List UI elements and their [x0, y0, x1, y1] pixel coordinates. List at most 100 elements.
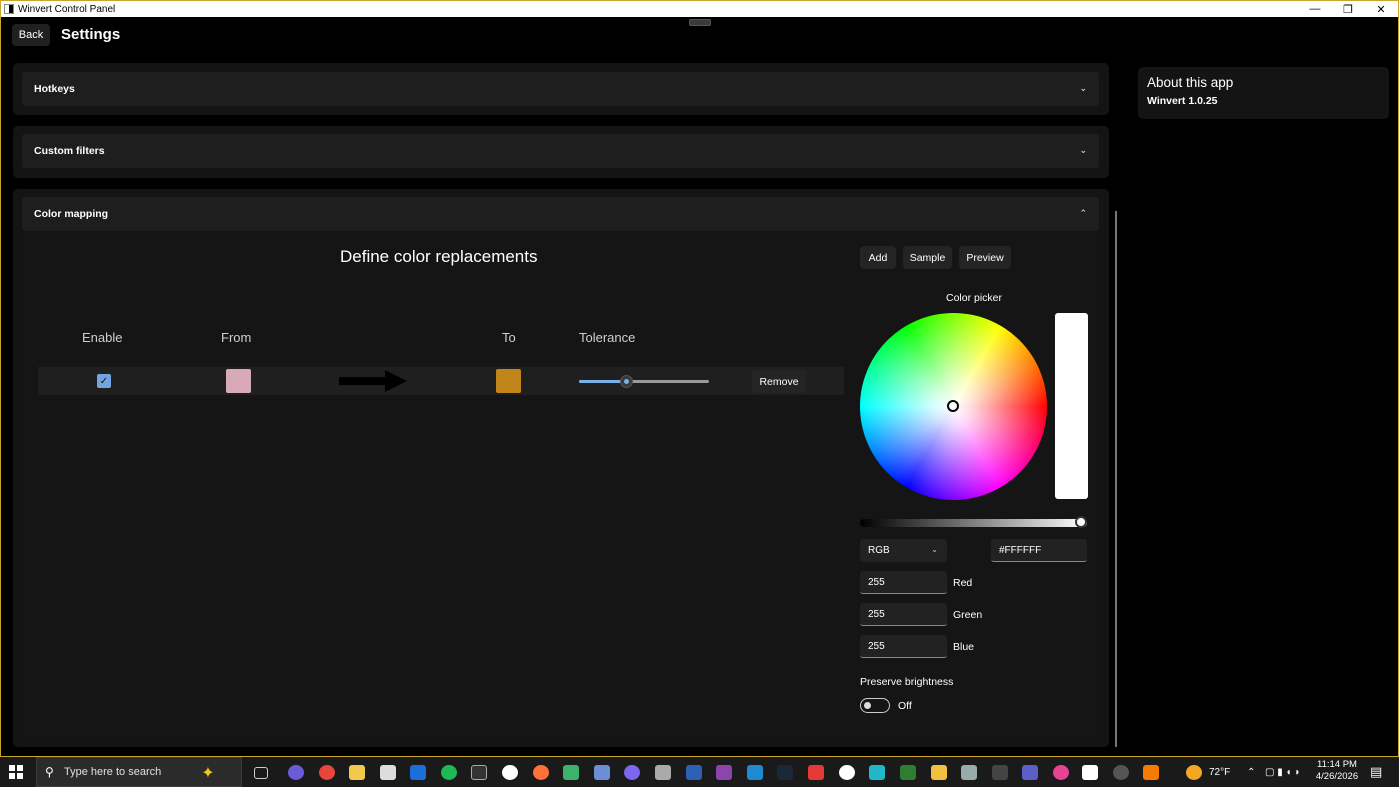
enable-checkbox[interactable]: ✓ [97, 374, 111, 388]
define-title: Define color replacements [340, 247, 538, 266]
page-title: Settings [61, 26, 121, 43]
app-icon [4, 4, 14, 14]
custom-filters-panel: Custom filters ⌄ [13, 126, 1109, 178]
copilot-icon[interactable] [288, 765, 304, 780]
explorer-app-icon[interactable] [961, 765, 977, 780]
title-bar[interactable]: Winvert Control Panel — ❐ ✕ [1, 1, 1398, 17]
close-button[interactable]: ✕ [1364, 1, 1398, 17]
windows-start-icon[interactable] [9, 765, 23, 779]
custom-filters-header[interactable]: Custom filters ⌄ [22, 134, 1099, 168]
copilot-sparkle-icon[interactable]: ✦ [200, 765, 216, 782]
chevron-down-icon: ⌄ [1079, 145, 1087, 155]
about-heading: About this app [1147, 75, 1234, 90]
arrow-right-icon [339, 370, 407, 392]
clock-time: 11:14 PM [1317, 759, 1357, 770]
preserve-brightness-toggle[interactable] [860, 698, 890, 713]
penguin-app-icon[interactable] [839, 765, 855, 780]
weather-temp[interactable]: 72°F [1209, 757, 1230, 787]
about-panel: About this app Winvert 1.0.25 [1138, 67, 1389, 119]
winvert-taskbar-icon[interactable] [1082, 765, 1098, 780]
add-button[interactable]: Add [860, 246, 896, 269]
hotkeys-header[interactable]: Hotkeys ⌄ [22, 72, 1099, 106]
color-mode-value: RGB [868, 545, 890, 556]
pink-app-icon[interactable] [1053, 765, 1069, 780]
red-app-icon[interactable] [808, 765, 824, 780]
column-from: From [221, 330, 252, 345]
red-label: Red [953, 577, 973, 589]
outlook-icon[interactable] [410, 765, 426, 780]
media-player-icon[interactable] [1113, 765, 1129, 780]
green-input[interactable]: 255 [860, 603, 947, 626]
chevron-up-icon: ⌃ [1079, 208, 1087, 218]
vscode-icon[interactable] [747, 765, 763, 780]
grid-app-icon[interactable] [655, 765, 671, 780]
davinci-icon[interactable] [992, 765, 1008, 780]
teams-icon[interactable] [1022, 765, 1038, 780]
task-view-icon[interactable] [254, 767, 268, 779]
visual-studio-icon[interactable] [716, 765, 732, 780]
column-to: To [502, 330, 516, 345]
tolerance-slider-thumb[interactable] [619, 375, 633, 388]
green-label: Green [953, 609, 983, 621]
preserve-brightness-label: Preserve brightness [860, 676, 954, 688]
vlc-icon[interactable] [1143, 765, 1159, 780]
powershell-icon[interactable] [686, 765, 702, 780]
clock[interactable]: 11:14 PM 4/26/2026 [1313, 759, 1361, 783]
scrollbar[interactable] [1115, 211, 1117, 747]
remove-button[interactable]: Remove [752, 370, 806, 393]
git-app-icon[interactable] [931, 765, 947, 780]
app-version: Winvert 1.0.25 [1147, 95, 1218, 107]
taskbar: ⚲ Type here to search ✦ 72°F ⌃ ▢ ▮ ◖ ◗ 1… [0, 757, 1399, 787]
g-hub-icon[interactable] [502, 765, 518, 780]
cyan-app-icon[interactable] [869, 765, 885, 780]
column-enable: Enable [82, 330, 123, 345]
from-color-swatch[interactable] [226, 369, 251, 393]
to-color-swatch[interactable] [496, 369, 521, 393]
color-mapping-label: Color mapping [34, 208, 109, 220]
store-icon[interactable] [380, 765, 396, 780]
tolerance-slider[interactable] [579, 375, 709, 388]
minimize-button[interactable]: — [1298, 1, 1332, 17]
custom-filters-label: Custom filters [34, 145, 105, 157]
brightness-slider-thumb[interactable] [1075, 516, 1087, 528]
hotkeys-label: Hotkeys [34, 83, 75, 95]
search-icon: ⚲ [45, 765, 54, 779]
hotkeys-panel: Hotkeys ⌄ [13, 63, 1109, 115]
tray-chevron-icon[interactable]: ⌃ [1247, 757, 1255, 787]
discord-icon[interactable] [624, 765, 640, 780]
app-window: Winvert Control Panel — ❐ ✕ Back Setting… [0, 0, 1399, 757]
chevron-down-icon: ⌄ [1079, 83, 1087, 93]
mapping-row [38, 367, 844, 395]
back-button[interactable]: Back [12, 24, 50, 46]
red-input[interactable]: 255 [860, 571, 947, 594]
weather-icon[interactable] [1186, 765, 1202, 780]
color-wheel-marker[interactable] [947, 400, 959, 412]
chrome-icon[interactable] [319, 765, 335, 780]
search-placeholder: Type here to search [64, 766, 162, 778]
blue-input[interactable]: 255 [860, 635, 947, 658]
steam-icon[interactable] [777, 765, 793, 780]
spotify-icon[interactable] [441, 765, 457, 780]
color-mode-select[interactable]: RGB ⌄ [860, 539, 947, 562]
notifications-icon[interactable]: ▤ [1370, 757, 1382, 787]
sample-button[interactable]: Sample [903, 246, 952, 269]
tray-icons[interactable]: ▢ ▮ ◖ ◗ [1265, 757, 1300, 787]
color-picker-label: Color picker [946, 292, 1003, 304]
network-app-icon[interactable] [594, 765, 610, 780]
firefox-icon[interactable] [533, 765, 549, 780]
brightness-slider[interactable] [860, 516, 1087, 528]
terminal-icon[interactable] [471, 765, 487, 780]
color-mapping-header[interactable]: Color mapping ⌃ [22, 197, 1099, 231]
hex-input[interactable]: #FFFFFF [991, 539, 1087, 562]
pycharm-icon[interactable] [900, 765, 916, 780]
drag-handle[interactable] [689, 19, 711, 26]
maximize-button[interactable]: ❐ [1331, 1, 1365, 17]
file-explorer-icon[interactable] [349, 765, 365, 780]
window-title: Winvert Control Panel [18, 3, 116, 15]
tolerance-slider-fill [579, 380, 626, 383]
app-icon-green[interactable] [563, 765, 579, 780]
preserve-brightness-state: Off [898, 700, 912, 712]
chevron-down-icon: ⌄ [931, 545, 938, 554]
column-tolerance: Tolerance [579, 330, 636, 345]
preview-button[interactable]: Preview [959, 246, 1011, 269]
